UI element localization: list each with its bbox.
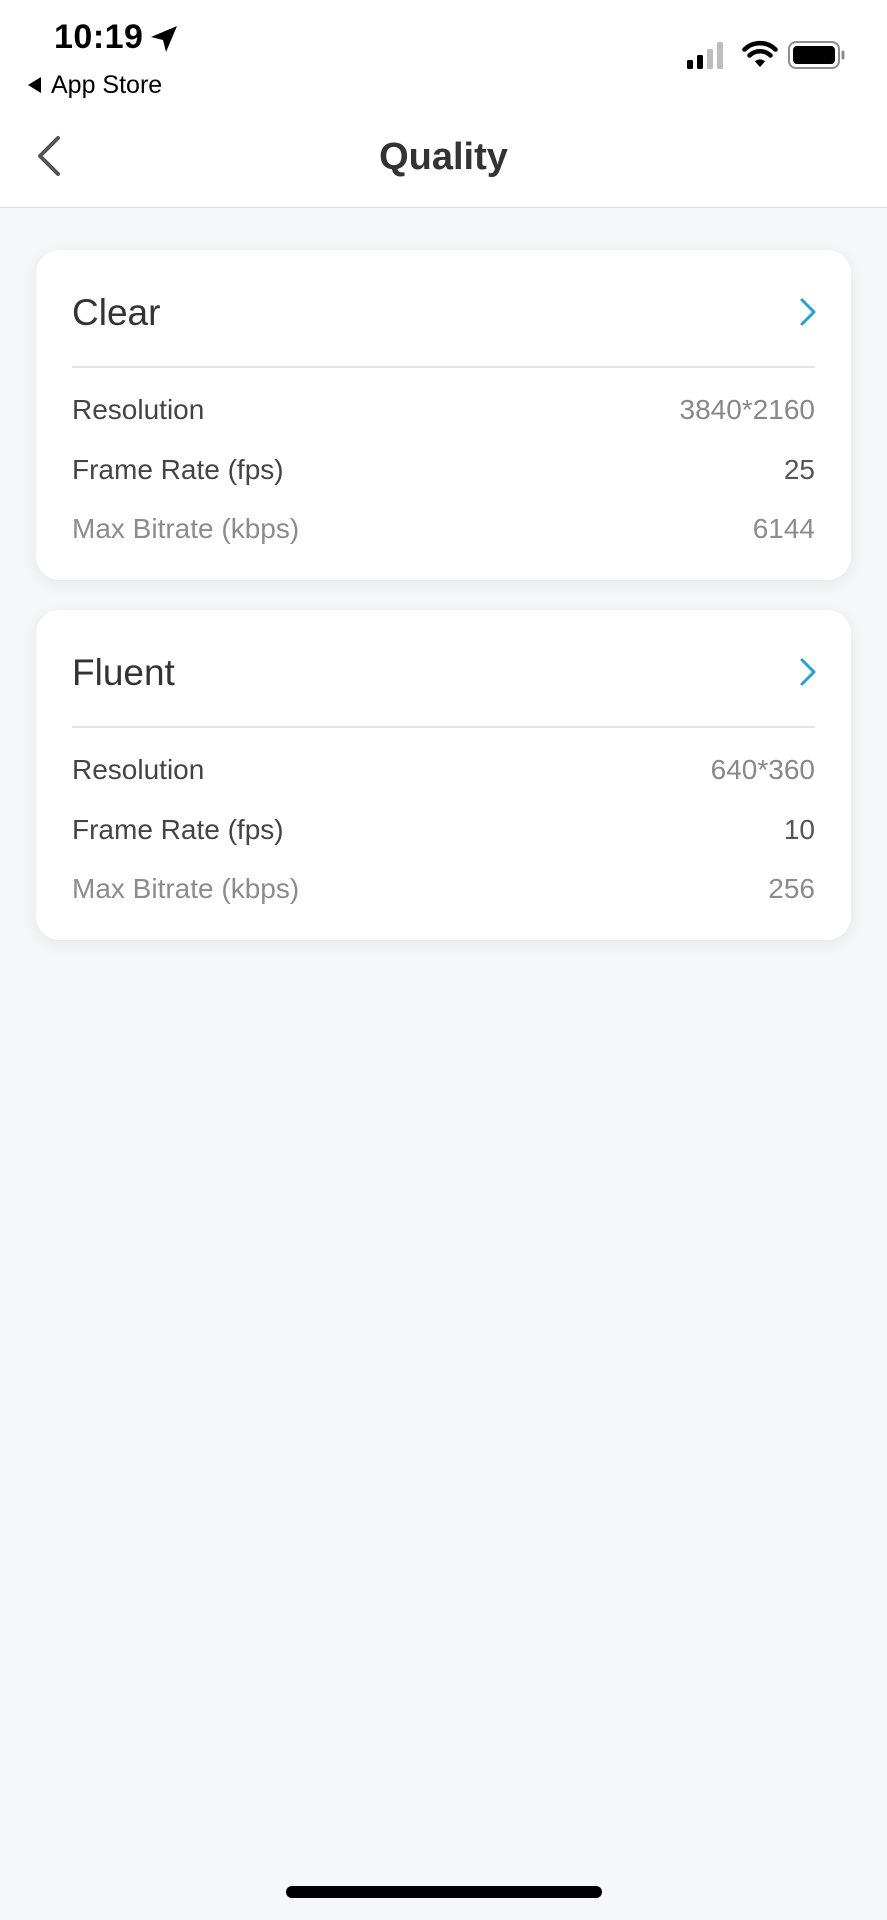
home-indicator[interactable] [286,1886,602,1898]
nav-bar: Quality [0,108,887,208]
resolution-value: 3840*2160 [679,394,815,425]
status-time: 10:19 [54,18,144,56]
max-bitrate-row: Max Bitrate (kbps) 6144 [72,509,815,549]
frame-rate-row: Frame Rate (fps) 10 [72,810,815,850]
resolution-label: Resolution [72,754,205,785]
cellular-signal-icon [687,42,723,69]
max-bitrate-value: 256 [768,873,815,904]
card-title: Clear [72,292,161,333]
quality-card-clear: Clear Resolution 3840*2160 Frame Rate (f… [36,250,851,580]
page-title: Quality [379,136,508,178]
max-bitrate-label: Max Bitrate (kbps) [72,873,300,904]
battery-icon [788,41,845,69]
quality-card-header-fluent[interactable]: Fluent [36,610,851,728]
chevron-right-icon[interactable] [796,654,820,690]
frame-rate-label: Frame Rate (fps) [72,454,284,485]
card-divider [72,726,815,728]
max-bitrate-value: 6144 [752,513,815,544]
frame-rate-value: 10 [783,814,815,845]
resolution-value: 640*360 [710,754,815,785]
card-title: Fluent [72,652,175,693]
chevron-left-icon[interactable] [30,130,70,182]
frame-rate-row: Frame Rate (fps) 25 [72,450,815,490]
resolution-row: Resolution 3840*2160 [72,390,815,430]
card-divider [72,366,815,368]
resolution-label: Resolution [72,394,205,425]
chevron-right-icon[interactable] [796,294,820,330]
status-bar: 10:19 App Store [0,0,887,108]
max-bitrate-row: Max Bitrate (kbps) 256 [72,869,815,909]
back-to-app-store[interactable]: App Store [28,70,162,100]
back-triangle-icon [28,77,41,93]
frame-rate-value: 25 [783,454,815,485]
frame-rate-label: Frame Rate (fps) [72,814,284,845]
quality-card-header-clear[interactable]: Clear [36,250,851,368]
quality-card-fluent: Fluent Resolution 640*360 Frame Rate (fp… [36,610,851,940]
wifi-icon [742,40,778,67]
max-bitrate-label: Max Bitrate (kbps) [72,513,300,544]
resolution-row: Resolution 640*360 [72,750,815,790]
back-to-app-label: App Store [51,70,163,99]
location-arrow-icon [151,26,177,52]
